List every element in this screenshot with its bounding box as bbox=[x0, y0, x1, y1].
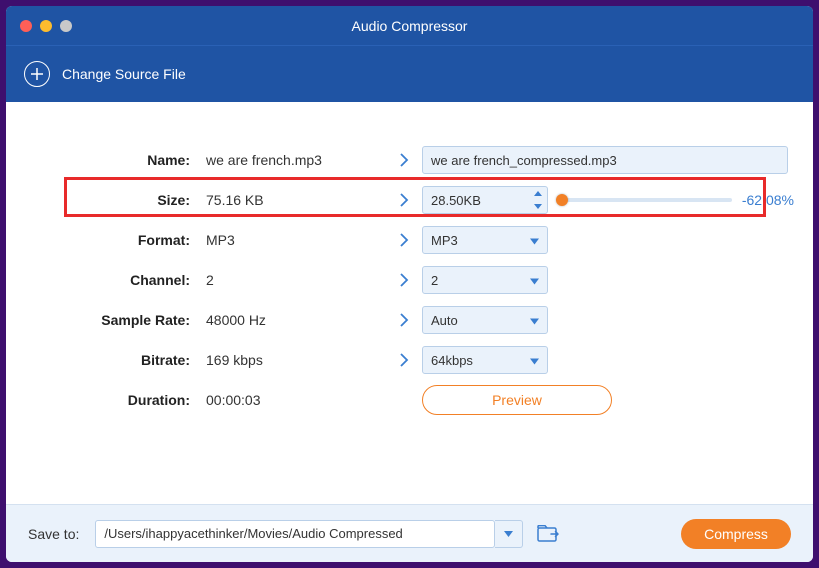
row-size: Size: 75.16 KB 28.50KB -62.08% bbox=[36, 180, 783, 220]
size-label: Size: bbox=[36, 192, 206, 208]
output-size-value: 28.50KB bbox=[423, 193, 529, 208]
duration-value: 00:00:03 bbox=[206, 392, 386, 408]
save-path-dropdown[interactable] bbox=[495, 520, 523, 548]
output-sample-rate-value: Auto bbox=[431, 313, 458, 328]
output-name-input[interactable] bbox=[422, 146, 788, 174]
app-window: Audio Compressor Change Source File Name… bbox=[6, 6, 813, 562]
channel-source-value: 2 bbox=[206, 272, 386, 288]
name-label: Name: bbox=[36, 152, 206, 168]
sample-rate-source-value: 48000 Hz bbox=[206, 312, 386, 328]
chevron-down-icon bbox=[530, 273, 539, 288]
row-format: Format: MP3 MP3 bbox=[36, 220, 783, 260]
main-content: Name: we are french.mp3 Size: 75.16 KB 2… bbox=[6, 102, 813, 504]
size-source-value: 75.16 KB bbox=[206, 192, 386, 208]
arrow-icon bbox=[386, 192, 422, 208]
row-bitrate: Bitrate: 169 kbps 64kbps bbox=[36, 340, 783, 380]
arrow-icon bbox=[386, 152, 422, 168]
arrow-icon bbox=[386, 272, 422, 288]
compress-button[interactable]: Compress bbox=[681, 519, 791, 549]
chevron-down-icon bbox=[530, 313, 539, 328]
output-size-stepper[interactable]: 28.50KB bbox=[422, 186, 548, 214]
slider-thumb[interactable] bbox=[556, 194, 568, 206]
save-path-value: /Users/ihappyacethinker/Movies/Audio Com… bbox=[104, 526, 402, 541]
save-path-input[interactable]: /Users/ihappyacethinker/Movies/Audio Com… bbox=[95, 520, 495, 548]
output-channel-value: 2 bbox=[431, 273, 438, 288]
arrow-icon bbox=[386, 232, 422, 248]
size-slider[interactable] bbox=[562, 198, 732, 202]
chevron-down-icon bbox=[530, 353, 539, 368]
add-icon[interactable] bbox=[24, 61, 50, 87]
format-label: Format: bbox=[36, 232, 206, 248]
bitrate-label: Bitrate: bbox=[36, 352, 206, 368]
titlebar: Audio Compressor bbox=[6, 6, 813, 46]
preview-button[interactable]: Preview bbox=[422, 385, 612, 415]
stepper-down-icon[interactable] bbox=[529, 200, 547, 213]
output-channel-select[interactable]: 2 bbox=[422, 266, 548, 294]
size-reduction-percent: -62.08% bbox=[742, 192, 794, 208]
row-sample-rate: Sample Rate: 48000 Hz Auto bbox=[36, 300, 783, 340]
output-bitrate-select[interactable]: 64kbps bbox=[422, 346, 548, 374]
toolbar: Change Source File bbox=[6, 46, 813, 102]
sample-rate-label: Sample Rate: bbox=[36, 312, 206, 328]
open-folder-button[interactable] bbox=[535, 523, 561, 545]
arrow-icon bbox=[386, 312, 422, 328]
save-to-label: Save to: bbox=[28, 526, 79, 542]
output-format-value: MP3 bbox=[431, 233, 458, 248]
channel-label: Channel: bbox=[36, 272, 206, 288]
bitrate-source-value: 169 kbps bbox=[206, 352, 386, 368]
name-source-value: we are french.mp3 bbox=[206, 152, 386, 168]
window-title: Audio Compressor bbox=[6, 18, 813, 34]
chevron-down-icon bbox=[530, 233, 539, 248]
stepper-up-icon[interactable] bbox=[529, 187, 547, 200]
footer: Save to: /Users/ihappyacethinker/Movies/… bbox=[6, 504, 813, 562]
output-bitrate-value: 64kbps bbox=[431, 353, 473, 368]
duration-label: Duration: bbox=[36, 392, 206, 408]
format-source-value: MP3 bbox=[206, 232, 386, 248]
row-name: Name: we are french.mp3 bbox=[36, 140, 783, 180]
change-source-button[interactable]: Change Source File bbox=[62, 66, 186, 82]
row-channel: Channel: 2 2 bbox=[36, 260, 783, 300]
arrow-icon bbox=[386, 352, 422, 368]
row-duration: Duration: 00:00:03 Preview bbox=[36, 380, 783, 420]
output-sample-rate-select[interactable]: Auto bbox=[422, 306, 548, 334]
output-format-select[interactable]: MP3 bbox=[422, 226, 548, 254]
